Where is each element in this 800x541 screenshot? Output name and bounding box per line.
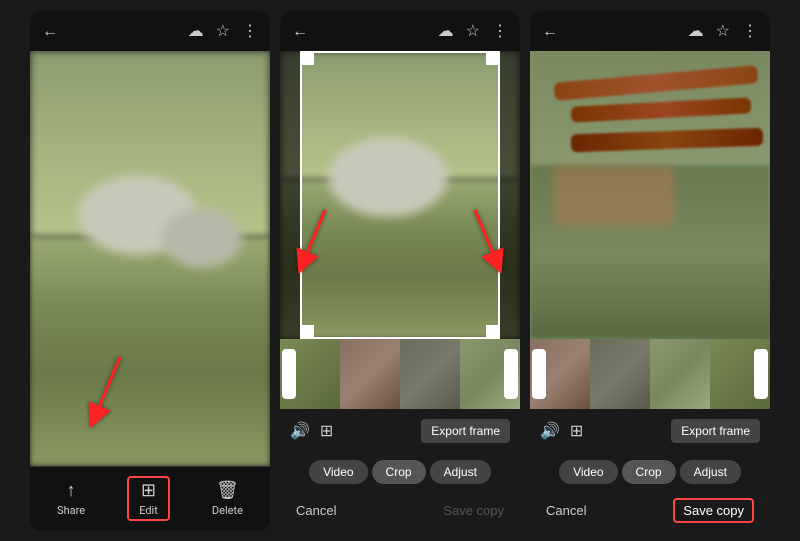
tab-video-3[interactable]: Video	[559, 460, 617, 484]
filmstrip-handle-left-3[interactable]	[532, 349, 546, 399]
bottom-actions-2: Cancel Save copy	[280, 491, 520, 531]
rock-2	[162, 208, 242, 268]
filmstrip-handle-left[interactable]	[282, 349, 296, 399]
landscape-sim-1	[30, 51, 270, 466]
ground-1	[30, 237, 270, 465]
film-seg-3b	[590, 339, 650, 409]
top-bar-2: ← ☁ ☆ ⋮	[280, 11, 520, 51]
star-icon-3[interactable]: ☆	[716, 21, 730, 40]
film-seg-2	[340, 339, 400, 409]
dim-right	[500, 51, 520, 339]
red-arrow-2b	[455, 205, 505, 279]
filmstrip-3[interactable]	[530, 339, 770, 409]
image-area-3	[530, 51, 770, 339]
top-bar-1: ← ☁ ☆ ⋮	[30, 11, 270, 51]
tab-video-2[interactable]: Video	[309, 460, 367, 484]
image-area-1	[30, 51, 270, 466]
controls-bar-2: 🔊 ⊞ Export frame	[280, 409, 520, 453]
star-icon-2[interactable]: ☆	[466, 21, 480, 40]
frame-icon-2[interactable]: ⊞	[320, 421, 333, 440]
export-frame-btn-3[interactable]: Export frame	[671, 419, 760, 443]
share-label: Share	[57, 504, 85, 517]
cancel-btn-2[interactable]: Cancel	[296, 503, 336, 518]
filmstrip-2[interactable]	[280, 339, 520, 409]
phone-screen-1: ← ☁ ☆ ⋮	[30, 11, 270, 531]
delete-icon: 🗑	[216, 480, 239, 501]
image-area-2	[280, 51, 520, 339]
tab-adjust-2[interactable]: Adjust	[430, 460, 491, 484]
rock-3	[328, 137, 448, 217]
red-arrow-1	[85, 352, 145, 436]
edit-icon: ⊞	[141, 480, 156, 501]
share-button[interactable]: ↑ Share	[45, 476, 97, 521]
bottom-actions-3: Cancel Save copy	[530, 491, 770, 531]
phone-screen-2: ← ☁ ☆ ⋮	[280, 11, 520, 531]
share-icon: ↑	[67, 480, 76, 501]
volume-icon-3[interactable]: 🔊	[540, 421, 560, 440]
frame-icon-3[interactable]: ⊞	[570, 421, 583, 440]
star-icon[interactable]: ☆	[216, 21, 230, 40]
back-icon-3[interactable]: ←	[542, 21, 558, 41]
more-icon-3[interactable]: ⋮	[742, 21, 758, 40]
tabs-bar-3: Video Crop Adjust	[530, 453, 770, 491]
filmstrip-inner-3	[530, 339, 770, 409]
wood-pile	[554, 166, 674, 226]
phone-screen-3: ← ☁ ☆ ⋮	[530, 11, 770, 531]
cloud-icon[interactable]: ☁	[188, 21, 204, 40]
controls-bar-3: 🔊 ⊞ Export frame	[530, 409, 770, 453]
tab-adjust-3[interactable]: Adjust	[680, 460, 741, 484]
top-bar-icons-group-3: ☁ ☆ ⋮	[688, 21, 758, 40]
cloud-icon-3[interactable]: ☁	[688, 21, 704, 40]
more-icon-2[interactable]: ⋮	[492, 21, 508, 40]
volume-icon-2[interactable]: 🔊	[290, 421, 310, 440]
save-copy-btn-3[interactable]: Save copy	[673, 498, 754, 523]
save-copy-btn-2[interactable]: Save copy	[443, 503, 504, 518]
filmstrip-handle-right[interactable]	[504, 349, 518, 399]
red-arrow-2a	[295, 205, 345, 279]
dim-left	[280, 51, 300, 339]
back-icon[interactable]: ←	[42, 21, 58, 41]
more-icon[interactable]: ⋮	[242, 21, 258, 40]
delete-label: Delete	[212, 504, 243, 517]
tabs-bar-2: Video Crop Adjust	[280, 453, 520, 491]
back-icon-2[interactable]: ←	[292, 21, 308, 41]
top-bar-3: ← ☁ ☆ ⋮	[530, 11, 770, 51]
delete-button[interactable]: 🗑 Delete	[200, 476, 255, 521]
film-seg-3c	[650, 339, 710, 409]
tab-crop-2[interactable]: Crop	[372, 460, 426, 484]
filmstrip-handle-right-3[interactable]	[754, 349, 768, 399]
export-frame-btn-2[interactable]: Export frame	[421, 419, 510, 443]
filmstrip-inner-2	[280, 339, 520, 409]
film-seg-3	[400, 339, 460, 409]
top-bar-icons-group-2: ☁ ☆ ⋮	[438, 21, 508, 40]
tab-crop-3[interactable]: Crop	[622, 460, 676, 484]
landscape-sim-2	[280, 51, 520, 339]
cancel-btn-3[interactable]: Cancel	[546, 503, 586, 518]
edit-button[interactable]: ⊞ Edit	[127, 476, 170, 521]
cloud-icon-2[interactable]: ☁	[438, 21, 454, 40]
top-bar-icons-group: ☁ ☆ ⋮	[188, 21, 258, 40]
main-container: ← ☁ ☆ ⋮	[0, 0, 800, 541]
edit-label: Edit	[139, 504, 158, 517]
bottom-toolbar-1: ↑ Share ⊞ Edit 🗑 Delete	[30, 466, 270, 531]
